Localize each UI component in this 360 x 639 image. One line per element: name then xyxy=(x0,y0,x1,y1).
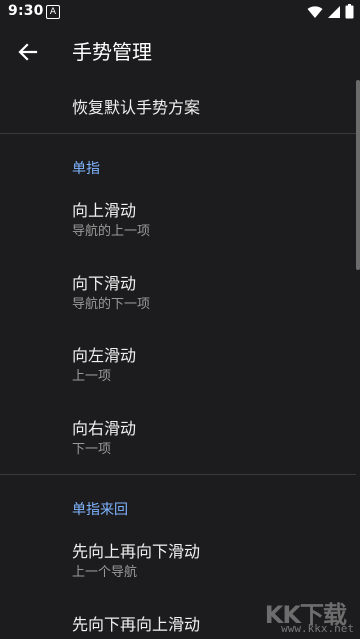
scrollbar[interactable] xyxy=(356,80,360,270)
item-subtitle: 下一项 xyxy=(72,442,112,457)
section-header-single-finger-back-forth: 单指来回 xyxy=(72,502,128,518)
arrow-left-icon xyxy=(18,43,38,61)
battery-icon xyxy=(345,4,354,19)
watermark-url: www.kkx.net xyxy=(281,622,354,635)
wifi-icon xyxy=(307,5,323,18)
section-header-single-finger: 单指 xyxy=(72,161,100,177)
item-title: 向右滑动 xyxy=(72,419,137,438)
item-title: 向下滑动 xyxy=(72,274,137,293)
status-bar: 9:30 A xyxy=(0,0,360,24)
divider xyxy=(0,474,356,475)
back-button[interactable] xyxy=(12,36,44,68)
watermark: KK下载 www.kkx.net xyxy=(246,595,356,635)
gesture-list[interactable]: 恢复默认手势方案 单指 向上滑动 导航的上一项 向下滑动 导航的下一项 向左滑动… xyxy=(0,80,360,639)
list-item-up-then-down[interactable]: 先向上再向下滑动 上一个导航 xyxy=(72,542,342,582)
item-title: 向上滑动 xyxy=(72,201,137,220)
divider xyxy=(0,133,356,134)
item-title: 先向上再向下滑动 xyxy=(72,542,201,561)
status-icons xyxy=(307,4,354,19)
item-subtitle: 上一项 xyxy=(72,369,112,384)
item-subtitle: 导航的下一项 xyxy=(72,297,151,312)
list-item-swipe-left[interactable]: 向左滑动 上一项 xyxy=(72,346,342,386)
item-subtitle: 上一个导航 xyxy=(72,565,138,580)
status-time: 9:30 xyxy=(8,3,44,19)
signal-icon xyxy=(328,5,340,18)
item-title: 向左滑动 xyxy=(72,346,137,365)
item-subtitle: 导航的上一项 xyxy=(72,224,151,239)
list-item-swipe-up[interactable]: 向上滑动 导航的上一项 xyxy=(72,201,342,241)
list-item-swipe-down[interactable]: 向下滑动 导航的下一项 xyxy=(72,274,342,314)
app-bar: 手势管理 xyxy=(0,24,360,80)
notification-icon: A xyxy=(46,5,60,19)
page-title: 手势管理 xyxy=(72,40,152,64)
reset-default-gestures-button[interactable]: 恢复默认手势方案 xyxy=(72,94,200,118)
list-item-swipe-right[interactable]: 向右滑动 下一项 xyxy=(72,419,342,459)
